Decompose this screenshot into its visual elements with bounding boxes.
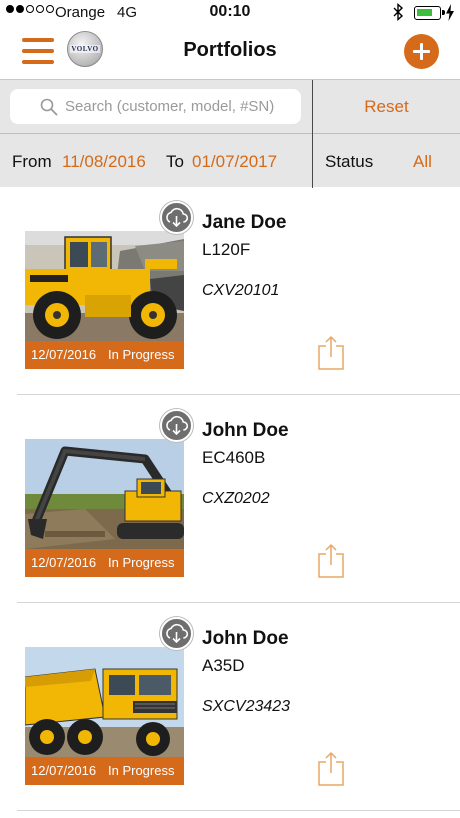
menu-icon[interactable] <box>22 38 54 64</box>
serial-number: SXCV23423 <box>202 698 291 715</box>
machine-photo <box>25 231 184 341</box>
to-date[interactable]: 01/07/2017 <box>192 135 277 188</box>
cloud-download-icon[interactable] <box>160 201 193 234</box>
share-icon[interactable] <box>317 543 345 579</box>
share-icon[interactable] <box>317 751 345 787</box>
portfolio-item[interactable]: 12/07/2016 In Progress Jane Doe L120F CX… <box>17 187 460 395</box>
add-icon[interactable] <box>404 34 439 69</box>
share-icon[interactable] <box>317 335 345 371</box>
customer-name: John Doe <box>202 628 289 649</box>
portfolio-status: In Progress <box>108 347 175 362</box>
network-type: 4G <box>117 4 138 21</box>
portfolio-date: 12/07/2016 <box>31 555 97 570</box>
portfolio-list: 12/07/2016 In Progress Jane Doe L120F CX… <box>0 187 460 811</box>
search-box[interactable] <box>10 89 301 124</box>
date-range-filter: From 11/08/2016 To 01/07/2017 <box>0 135 312 188</box>
portfolio-item[interactable]: 12/07/2016 In Progress John Doe A35D SXC… <box>17 603 460 811</box>
battery-icon <box>414 6 445 20</box>
status-badge: 12/07/2016 In Progress <box>25 549 184 577</box>
portfolio-date: 12/07/2016 <box>31 763 97 778</box>
signal-icon <box>6 5 54 13</box>
status-filter[interactable]: Status All <box>313 135 460 188</box>
reset-button[interactable]: Reset <box>313 80 460 134</box>
status-label: Status <box>325 152 374 171</box>
volvo-logo: VOLVO <box>67 31 103 67</box>
portfolio-status: In Progress <box>108 555 175 570</box>
search-input[interactable] <box>65 89 297 124</box>
machine-model: EC460B <box>202 448 266 467</box>
bluetooth-icon <box>393 3 404 21</box>
machine-photo <box>25 647 184 757</box>
app-header: VOLVO Portfolios <box>0 26 460 78</box>
from-date[interactable]: 11/08/2016 <box>62 135 146 188</box>
from-label: From <box>12 152 52 171</box>
status-bar: Orange 4G 00:10 <box>0 0 460 26</box>
portfolio-item[interactable]: 12/07/2016 In Progress John Doe EC460B C… <box>17 395 460 603</box>
cloud-download-icon[interactable] <box>160 409 193 442</box>
to-label: To <box>166 152 184 171</box>
status-badge: 12/07/2016 In Progress <box>25 341 184 369</box>
serial-number: CXV20101 <box>202 282 280 299</box>
logo-text: VOLVO <box>70 45 100 53</box>
status-badge: 12/07/2016 In Progress <box>25 757 184 785</box>
customer-name: Jane Doe <box>202 212 287 233</box>
cloud-download-icon[interactable] <box>160 617 193 650</box>
search-icon <box>40 98 58 116</box>
filter-bar: Reset From 11/08/2016 To 01/07/2017 Stat… <box>0 79 460 188</box>
carrier-name: Orange <box>55 4 106 21</box>
battery-level <box>417 9 432 16</box>
status-value: All <box>413 152 432 171</box>
customer-name: John Doe <box>202 420 289 441</box>
charging-icon <box>446 4 454 21</box>
machine-model: A35D <box>202 656 245 675</box>
portfolio-status: In Progress <box>108 763 175 778</box>
machine-model: L120F <box>202 240 251 259</box>
portfolio-date: 12/07/2016 <box>31 347 97 362</box>
machine-photo <box>25 439 184 549</box>
serial-number: CXZ0202 <box>202 490 270 507</box>
